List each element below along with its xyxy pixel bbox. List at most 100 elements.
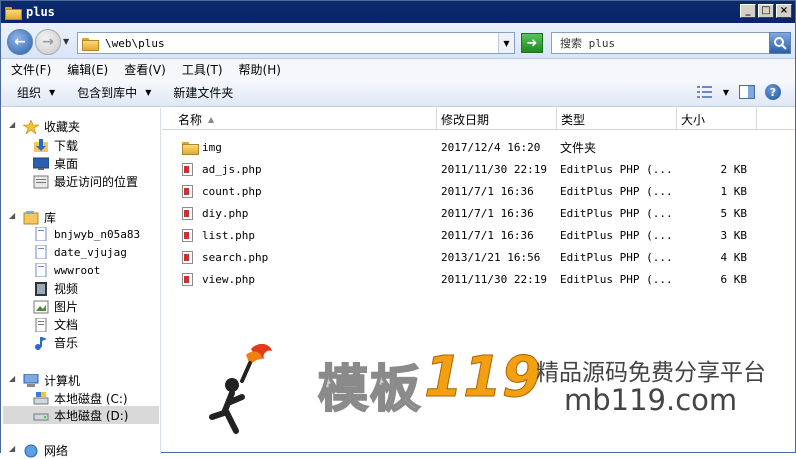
column-modified[interactable]: 修改日期 [437, 108, 557, 130]
download-folder-icon [34, 138, 48, 152]
search-placeholder: 搜索 plus [560, 37, 616, 50]
php-file-icon [182, 272, 193, 286]
new-folder-button[interactable]: 新建文件夹 [173, 84, 233, 101]
column-modified-label: 修改日期 [441, 112, 490, 127]
nav-library-item[interactable]: date_vjujag [33, 245, 127, 259]
nav-desktop-label: 桌面 [54, 157, 79, 171]
collapse-triangle-icon[interactable]: ◢ [9, 444, 15, 453]
new-folder-label: 新建文件夹 [173, 86, 234, 100]
nav-library-item[interactable]: bnjwyb_n05a83 [33, 227, 140, 241]
watermark-cn-text: 模板 [317, 359, 422, 419]
title-bar[interactable]: plus _ □ × [1, 1, 795, 23]
file-modified: 2011/7/1 16:36 [441, 184, 534, 198]
nav-pictures[interactable]: 图片 [33, 298, 78, 315]
window-title: plus [26, 5, 55, 19]
view-options-icon[interactable] [696, 85, 713, 99]
file-size: 3 KB [720, 228, 748, 242]
forward-button[interactable]: → [35, 29, 61, 55]
nav-documents[interactable]: 文档 [33, 316, 78, 333]
folder-icon [182, 141, 199, 155]
close-button[interactable]: × [776, 4, 792, 18]
video-icon [35, 281, 47, 296]
file-size: 1 KB [720, 184, 748, 198]
chevron-down-icon: ▼ [145, 88, 152, 97]
column-name[interactable]: 名称 ▲ [162, 108, 437, 130]
back-button[interactable]: ← [7, 29, 33, 55]
collapse-triangle-icon[interactable]: ◢ [9, 211, 15, 220]
file-modified: 2011/11/30 22:19 [441, 162, 547, 176]
go-button[interactable]: ➜ [521, 33, 543, 53]
php-file-icon [182, 206, 193, 220]
column-name-label: 名称 [178, 112, 203, 127]
help-icon[interactable]: ? [765, 84, 781, 100]
table-row[interactable]: search.php 2013/1/21 16:56 EditPlus PHP … [162, 246, 795, 268]
table-row[interactable]: ad_js.php 2011/11/30 22:19 EditPlus PHP … [162, 158, 795, 180]
include-in-library-button[interactable]: 包含到库中 ▼ [77, 84, 151, 101]
view-dropdown-icon[interactable]: ▼ [723, 88, 729, 97]
star-icon [23, 119, 39, 134]
file-name: ad_js.php [202, 162, 262, 176]
table-row[interactable]: view.php 2011/11/30 22:19 EditPlus PHP (… [162, 268, 795, 290]
navigation-pane: ◢ 收藏夹 下载 桌面 最近访问的位置 ◢ 库 bnjwyb_n05a83 da… [1, 108, 161, 458]
computer-icon [23, 373, 39, 387]
file-type: EditPlus PHP (... [560, 272, 673, 286]
search-input[interactable]: 搜索 plus [551, 32, 771, 54]
nav-music[interactable]: 音乐 [33, 334, 78, 351]
library-doc-icon [35, 263, 47, 277]
menu-help[interactable]: 帮助(H) [239, 61, 281, 78]
nav-lib3-label: wwwroot [54, 263, 101, 277]
folder-icon [82, 37, 99, 51]
nav-lib2-label: date_vjujag [54, 245, 127, 259]
nav-favorites-label: 收藏夹 [44, 120, 81, 134]
search-button[interactable] [769, 32, 791, 54]
nav-desktop[interactable]: 桌面 [33, 155, 78, 172]
file-name: search.php [202, 250, 269, 264]
watermark-tagline: 精品源码免费分享平台 [536, 360, 766, 386]
column-size[interactable]: 大小 [677, 108, 757, 130]
recent-pages-dropdown-icon[interactable]: ▼ [63, 37, 69, 46]
pictures-icon [33, 300, 49, 313]
nav-disk-c-label: 本地磁盘 (C:) [54, 392, 128, 406]
address-dropdown-button[interactable]: ▼ [498, 33, 514, 53]
file-modified: 2011/11/30 22:19 [441, 272, 547, 286]
nav-disk-c[interactable]: 本地磁盘 (C:) [33, 390, 128, 407]
nav-computer[interactable]: 计算机 [23, 372, 80, 389]
menu-edit[interactable]: 编辑(E) [67, 61, 108, 78]
nav-videos-label: 视频 [54, 282, 79, 296]
nav-libraries[interactable]: 库 [23, 209, 56, 226]
nav-videos[interactable]: 视频 [33, 280, 78, 297]
file-type: EditPlus PHP (... [560, 250, 673, 264]
php-file-icon [182, 250, 193, 264]
column-type-label: 类型 [561, 112, 586, 127]
php-file-icon [182, 162, 193, 176]
nav-network[interactable]: 网络 [23, 442, 68, 459]
maximize-button[interactable]: □ [758, 4, 774, 18]
collapse-triangle-icon[interactable]: ◢ [9, 120, 15, 129]
command-bar: 组织 ▼ 包含到库中 ▼ 新建文件夹 ▼ ? [1, 79, 795, 107]
table-row[interactable]: diy.php 2011/7/1 16:36 EditPlus PHP (...… [162, 202, 795, 224]
file-size: 5 KB [720, 206, 748, 220]
menu-tools[interactable]: 工具(T) [182, 61, 223, 78]
nav-downloads-label: 下载 [54, 139, 79, 153]
preview-pane-icon[interactable] [739, 85, 755, 99]
nav-recent-places[interactable]: 最近访问的位置 [33, 173, 138, 190]
minimize-button[interactable]: _ [740, 4, 756, 18]
file-type: EditPlus PHP (... [560, 184, 673, 198]
table-row[interactable]: img 2017/12/4 16:20 文件夹 [162, 136, 795, 158]
address-bar[interactable]: \web\plus ▼ [77, 32, 515, 54]
table-row[interactable]: list.php 2011/7/1 16:36 EditPlus PHP (..… [162, 224, 795, 246]
collapse-triangle-icon[interactable]: ◢ [9, 374, 15, 383]
file-type: EditPlus PHP (... [560, 162, 673, 176]
nav-favorites[interactable]: 收藏夹 [23, 118, 80, 135]
column-type[interactable]: 类型 [557, 108, 677, 130]
nav-library-item[interactable]: wwwroot [33, 263, 100, 277]
menu-file[interactable]: 文件(F) [11, 61, 51, 78]
documents-icon [35, 317, 47, 332]
address-path[interactable]: \web\plus [105, 37, 165, 50]
table-row[interactable]: count.php 2011/7/1 16:36 EditPlus PHP (.… [162, 180, 795, 202]
file-size: 2 KB [720, 162, 748, 176]
menu-view[interactable]: 查看(V) [124, 61, 166, 78]
nav-downloads[interactable]: 下载 [33, 137, 78, 154]
nav-disk-d[interactable]: 本地磁盘 (D:) [33, 407, 128, 424]
organize-button[interactable]: 组织 ▼ [17, 84, 55, 101]
